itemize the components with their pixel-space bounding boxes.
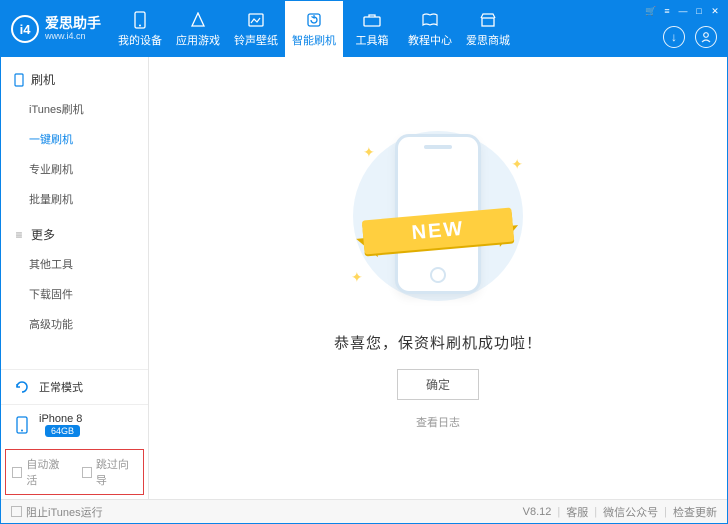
flash-icon	[305, 11, 323, 29]
checkbox-skip-wizard[interactable]: 跳过向导	[82, 456, 138, 488]
nav-label: 爱思商城	[466, 32, 510, 48]
bottom-options-highlighted: 自动激活 跳过向导	[5, 449, 144, 495]
sidebar-item-oneclick-flash[interactable]: 一键刷机	[1, 124, 148, 154]
confirm-button[interactable]: 确定	[397, 369, 479, 400]
checkbox-icon	[12, 467, 22, 478]
phone-icon	[13, 74, 25, 86]
content-pane: ✦ ✦ ✦ NEW 恭喜您，保资料刷机成功啦！ 确定 查看日志	[149, 57, 727, 499]
nav-flash[interactable]: 智能刷机	[285, 1, 343, 57]
version-label: V8.12	[523, 506, 552, 518]
sparkle-icon: ✦	[351, 269, 363, 286]
device-icon	[13, 416, 31, 434]
user-controls: ↓	[653, 17, 727, 57]
success-hero: ✦ ✦ ✦ NEW 恭喜您，保资料刷机成功啦！ 确定 查看日志	[334, 116, 542, 430]
nav-my-device[interactable]: 我的设备	[111, 1, 169, 57]
checkbox-icon	[11, 506, 22, 517]
chk-label: 阻止iTunes运行	[26, 504, 103, 520]
brand-name: 爱思助手	[45, 16, 101, 31]
maximize-icon[interactable]: □	[693, 5, 705, 17]
topbar: i4 爱思助手 www.i4.cn 我的设备 应用游戏 铃声壁纸 智能刷机 工具…	[1, 1, 727, 57]
mode-panel[interactable]: 正常模式	[1, 370, 148, 404]
more-icon: ≡	[13, 229, 25, 241]
sidebar-section-more[interactable]: ≡ 更多	[1, 220, 148, 249]
sidebar-item-advanced[interactable]: 高级功能	[1, 309, 148, 339]
window-controls: 🛒 ≡ — □ ✕	[645, 1, 727, 17]
menu-icon[interactable]: ≡	[661, 5, 673, 17]
nav-toolbox[interactable]: 工具箱	[343, 1, 401, 57]
wallpaper-icon	[247, 11, 265, 29]
update-link[interactable]: 检查更新	[673, 504, 717, 520]
checkbox-auto-activate[interactable]: 自动激活	[12, 456, 68, 488]
sidebar-section-flash[interactable]: 刷机	[1, 65, 148, 94]
sparkle-icon: ✦	[511, 156, 523, 173]
sidebar-item-other-tools[interactable]: 其他工具	[1, 249, 148, 279]
checkbox-icon	[82, 467, 92, 478]
logo-text: 爱思助手 www.i4.cn	[45, 16, 101, 41]
nav-label: 工具箱	[356, 32, 389, 48]
book-icon	[421, 11, 439, 29]
support-link[interactable]: 客服	[566, 504, 588, 520]
section-title: 刷机	[31, 71, 55, 88]
apps-icon	[189, 11, 207, 29]
cart-icon[interactable]: 🛒	[645, 5, 657, 17]
sidebar-item-itunes-flash[interactable]: iTunes刷机	[1, 94, 148, 124]
toolbox-icon	[363, 11, 381, 29]
ribbon-text: NEW	[362, 208, 514, 255]
close-icon[interactable]: ✕	[709, 5, 721, 17]
phone-icon	[131, 11, 149, 29]
checkbox-block-itunes[interactable]: 阻止iTunes运行	[11, 504, 103, 520]
main-area: 刷机 iTunes刷机 一键刷机 专业刷机 批量刷机 ≡ 更多 其他工具 下载固…	[1, 57, 727, 499]
nav-label: 应用游戏	[176, 32, 220, 48]
nav-tutorials[interactable]: 教程中心	[401, 1, 459, 57]
top-nav: 我的设备 应用游戏 铃声壁纸 智能刷机 工具箱 教程中心 爱思商城	[111, 1, 645, 57]
mode-label: 正常模式	[39, 379, 83, 395]
statusbar: 阻止iTunes运行 V8.12 | 客服 | 微信公众号 | 检查更新	[1, 499, 727, 523]
nav-label: 铃声壁纸	[234, 32, 278, 48]
chk-label: 自动激活	[26, 456, 67, 488]
nav-ringtones[interactable]: 铃声壁纸	[227, 1, 285, 57]
logo-icon: i4	[11, 15, 39, 43]
nav-apps[interactable]: 应用游戏	[169, 1, 227, 57]
nav-label: 我的设备	[118, 32, 162, 48]
logo-block[interactable]: i4 爱思助手 www.i4.cn	[1, 1, 111, 57]
device-model: iPhone 8	[39, 413, 82, 425]
sidebar-item-pro-flash[interactable]: 专业刷机	[1, 154, 148, 184]
success-message: 恭喜您，保资料刷机成功啦！	[334, 332, 542, 353]
wechat-link[interactable]: 微信公众号	[603, 504, 658, 520]
sidebar-item-batch-flash[interactable]: 批量刷机	[1, 184, 148, 214]
nav-label: 智能刷机	[292, 32, 336, 48]
chk-label: 跳过向导	[96, 456, 137, 488]
sync-icon	[13, 378, 31, 396]
device-panel[interactable]: iPhone 8 64GB	[1, 404, 148, 445]
section-title: 更多	[31, 226, 55, 243]
download-icon[interactable]: ↓	[663, 26, 685, 48]
user-icon[interactable]	[695, 26, 717, 48]
nav-label: 教程中心	[408, 32, 452, 48]
success-illustration: ✦ ✦ ✦ NEW	[343, 116, 533, 316]
sparkle-icon: ✦	[363, 144, 375, 161]
device-capacity: 64GB	[45, 425, 80, 437]
view-log-link[interactable]: 查看日志	[416, 414, 460, 430]
sidebar-item-download-fw[interactable]: 下载固件	[1, 279, 148, 309]
brand-url: www.i4.cn	[45, 32, 101, 42]
store-icon	[479, 11, 497, 29]
new-ribbon-icon: NEW	[363, 208, 513, 254]
sidebar: 刷机 iTunes刷机 一键刷机 专业刷机 批量刷机 ≡ 更多 其他工具 下载固…	[1, 57, 149, 499]
nav-store[interactable]: 爱思商城	[459, 1, 517, 57]
minimize-icon[interactable]: —	[677, 5, 689, 17]
